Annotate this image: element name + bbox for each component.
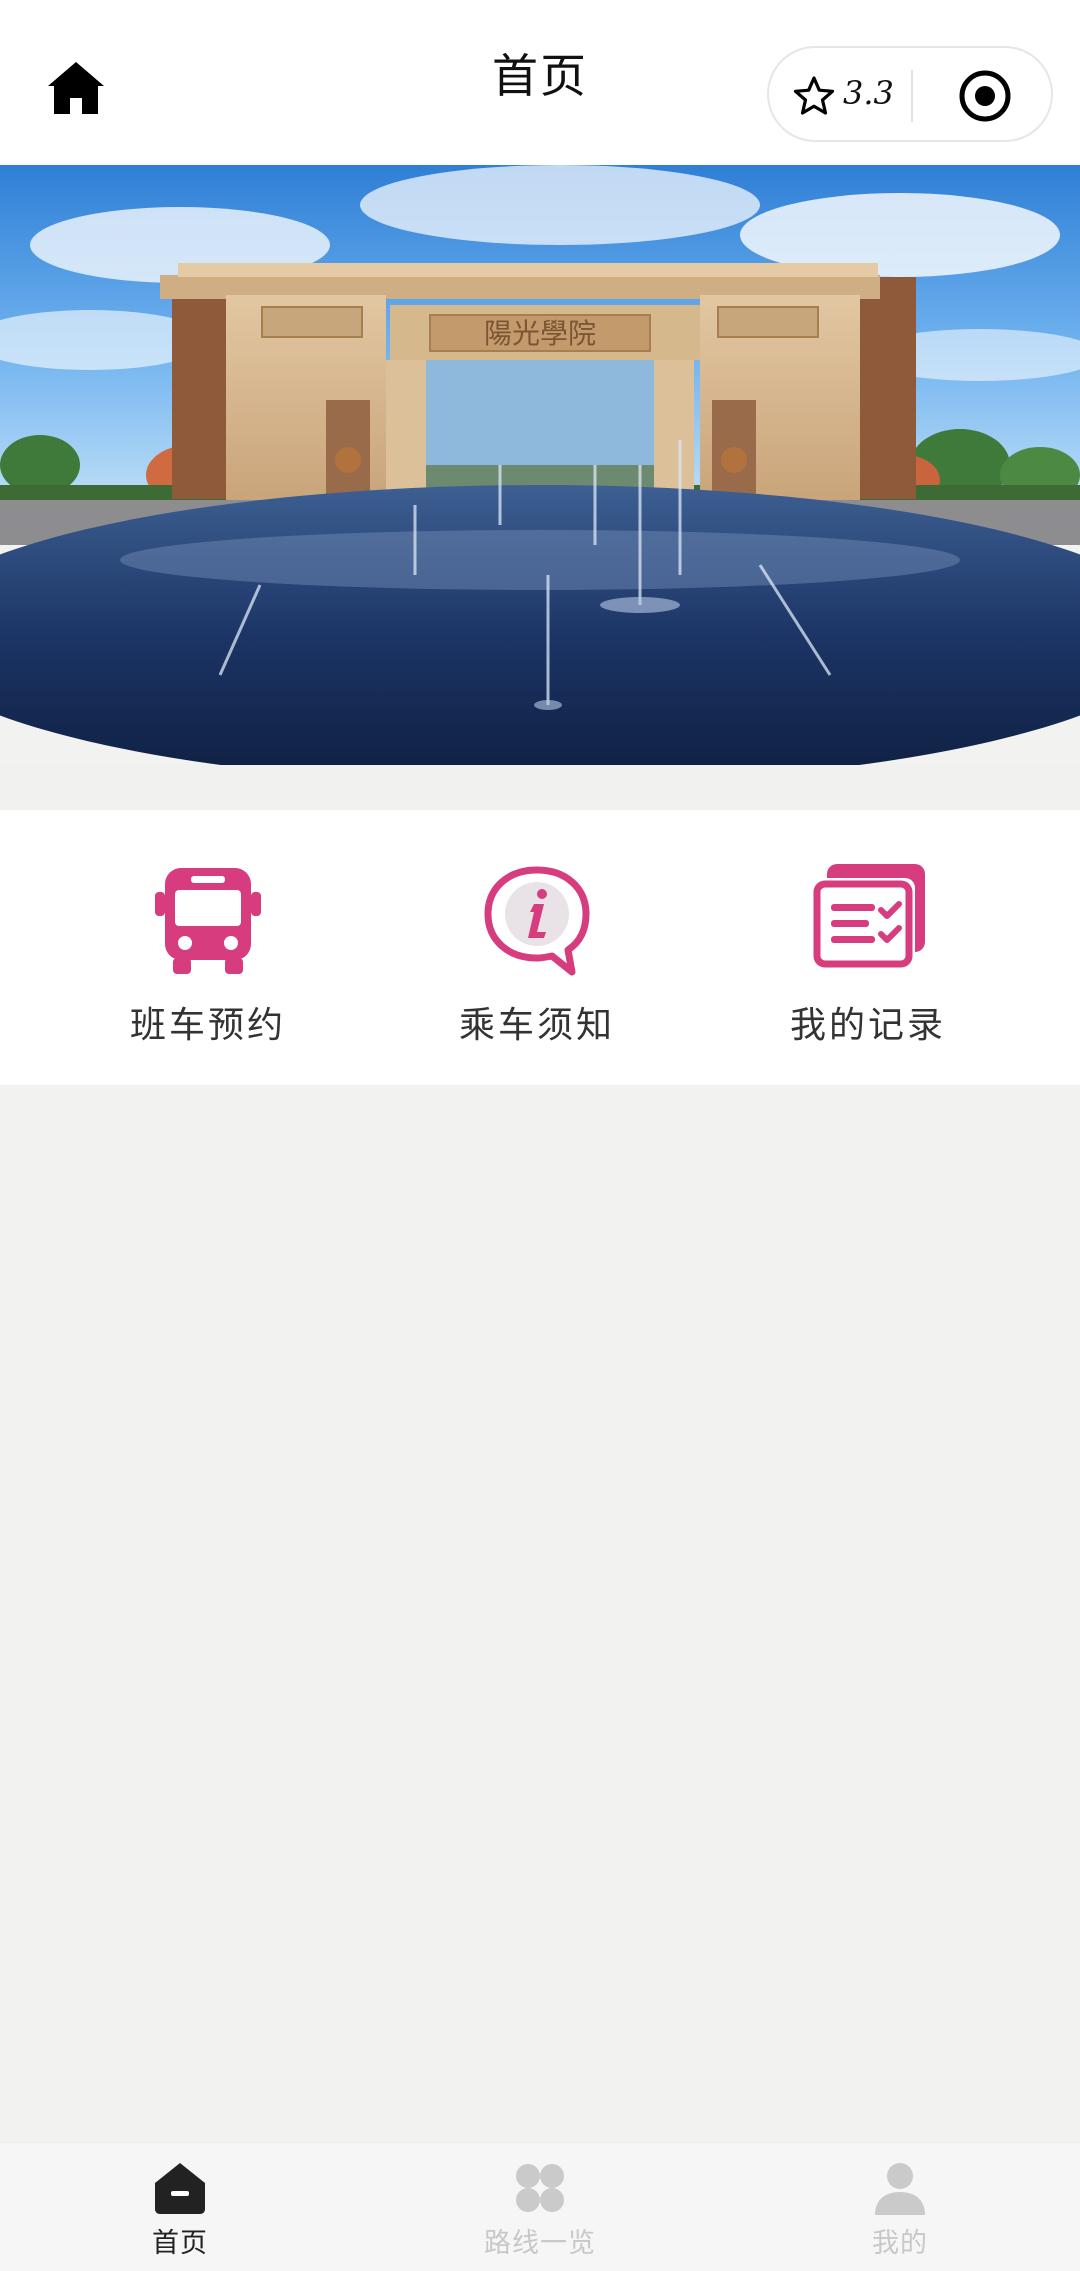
tab-mine[interactable]: 我的 bbox=[720, 2143, 1080, 2271]
function-menu: 班车预约 乘车须知 我的记录 bbox=[0, 810, 1080, 1085]
records-icon bbox=[811, 864, 925, 970]
star-outline-icon[interactable] bbox=[793, 75, 835, 117]
home-icon bbox=[155, 2163, 205, 2214]
menu-label: 班车预约 bbox=[129, 1005, 286, 1046]
tab-label: 首页 bbox=[152, 2228, 208, 2259]
navigation-header: 首页 3.3 bbox=[0, 0, 1080, 165]
menu-item-shuttle-booking[interactable]: 班车预约 bbox=[28, 810, 388, 1085]
bus-icon bbox=[155, 868, 261, 974]
rating-value: 3.3 bbox=[843, 74, 894, 112]
gate-inscription: 陽光學院 bbox=[484, 317, 596, 350]
capsule-divider bbox=[911, 70, 913, 122]
banner-shadow-strip bbox=[0, 765, 1080, 810]
target-icon[interactable] bbox=[957, 68, 1013, 124]
grid-icon bbox=[516, 2164, 564, 2212]
info-bubble-icon bbox=[484, 866, 590, 976]
campus-gate-photo: 陽光學院 bbox=[0, 165, 1080, 765]
menu-label: 乘车须知 bbox=[458, 1005, 615, 1046]
bottom-tab-bar: 首页 路线一览 我的 bbox=[0, 2142, 1080, 2271]
user-icon bbox=[875, 2163, 925, 2215]
campus-banner[interactable]: 陽光學院 bbox=[0, 165, 1080, 765]
menu-label: 我的记录 bbox=[789, 1005, 946, 1046]
tab-label: 我的 bbox=[872, 2228, 928, 2259]
menu-item-riding-notice[interactable]: 乘车须知 bbox=[357, 810, 717, 1085]
tab-home[interactable]: 首页 bbox=[0, 2143, 360, 2271]
tab-label: 路线一览 bbox=[484, 2228, 596, 2259]
mini-program-capsule: 3.3 bbox=[767, 46, 1053, 142]
menu-item-my-records[interactable]: 我的记录 bbox=[688, 810, 1048, 1085]
tab-routes[interactable]: 路线一览 bbox=[360, 2143, 720, 2271]
